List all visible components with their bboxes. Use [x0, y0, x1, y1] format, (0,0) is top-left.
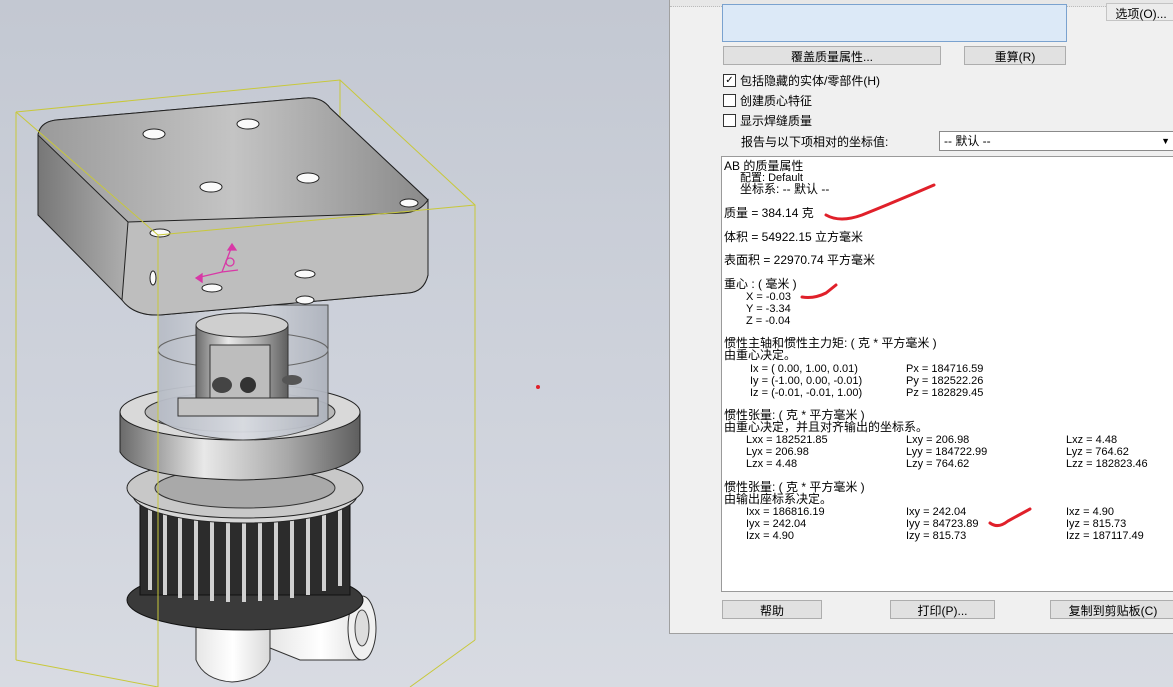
model-render — [15, 79, 476, 687]
coord-system-select[interactable]: -- 默认 -- ▼ — [939, 131, 1173, 151]
recalculate-button[interactable]: 重算(R) — [964, 46, 1066, 65]
report-tensor-cell: Lyy = 184722.99 — [906, 446, 988, 458]
chevron-down-icon[interactable]: ▼ — [1161, 132, 1170, 150]
report-tensor-cell: Izx = 4.90 — [746, 530, 795, 542]
mass-report-textbox[interactable]: AB 的质量属性 配置: Default 坐标系: -- 默认 -- 质量 = … — [721, 156, 1173, 592]
include-hidden-checkbox[interactable]: ✓ 包括隐藏的实体/零部件(H) — [723, 72, 880, 88]
report-tensor-cell: Ixy = 242.04 — [906, 506, 967, 518]
report-com-y: Y = -3.34 — [746, 303, 791, 315]
override-mass-button[interactable]: 覆盖质量属性... — [723, 46, 941, 65]
checkbox-box[interactable]: ✓ — [723, 73, 736, 87]
report-tensor-cell: Lxy = 206.98 — [906, 434, 970, 446]
create-com-feature-checkbox[interactable]: 创建质心特征 — [723, 92, 812, 108]
copy-to-clipboard-button[interactable]: 复制到剪贴板(C) — [1050, 600, 1173, 619]
report-tensor-cell: Lyz = 764.62 — [1066, 446, 1129, 458]
checkbox-label: 包括隐藏的实体/零部件(H) — [740, 73, 880, 88]
show-weld-mass-checkbox[interactable]: 显示焊缝质量 — [723, 112, 812, 128]
report-tensor-cell: Ixz = 4.90 — [1066, 506, 1115, 518]
report-principal-axis: Iz = (-0.01, -0.01, 1.00) — [750, 387, 863, 399]
report-tensor-out-sub: 由输出座标系决定。 — [724, 492, 833, 506]
checkbox-box[interactable] — [723, 93, 736, 107]
red-marker — [536, 385, 540, 389]
report-tensor-cell: Iyy = 84723.89 — [906, 518, 979, 530]
report-com-title: 重心 : ( 毫米 ) — [724, 277, 797, 291]
report-tensor-cell: Lzz = 182823.46 — [1066, 458, 1148, 470]
coord-system-value: -- 默认 -- — [944, 134, 991, 148]
report-principal-moment: Pz = 182829.45 — [906, 387, 984, 399]
report-volume: 体积 = 54922.15 立方毫米 — [724, 230, 864, 244]
report-principal-axis: Iy = (-1.00, 0.00, -0.01) — [750, 375, 863, 387]
checkbox-label: 显示焊缝质量 — [740, 113, 813, 128]
report-mass: 质量 = 384.14 克 — [724, 206, 814, 220]
report-tensor-cell: Iyx = 242.04 — [746, 518, 807, 530]
help-button[interactable]: 帮助 — [722, 600, 822, 619]
report-tensor-cell: Ixx = 186816.19 — [746, 506, 825, 518]
report-com-z: Z = -0.04 — [746, 315, 791, 327]
report-com-x: X = -0.03 — [746, 291, 791, 303]
report-principal-axis: Ix = ( 0.00, 1.00, 0.01) — [750, 363, 858, 375]
report-principal-sub: 由重心决定。 — [724, 348, 797, 362]
checkbox-label: 创建质心特征 — [740, 93, 813, 108]
report-coordsys: 坐标系: -- 默认 -- — [740, 182, 830, 196]
report-tensor-cell: Lxz = 4.48 — [1066, 434, 1118, 446]
coord-system-label: 报告与以下项相对的坐标值: — [741, 135, 889, 149]
report-tensor-com-sub: 由重心决定，并且对齐输出的坐标系。 — [724, 420, 929, 434]
report-principal-moment: Px = 184716.59 — [906, 363, 984, 375]
report-tensor-cell: Lzy = 764.62 — [906, 458, 970, 470]
report-tensor-cell: Izz = 187117.49 — [1066, 530, 1144, 542]
report-tensor-cell: Iyz = 815.73 — [1066, 518, 1127, 530]
report-surface-area: 表面积 = 22970.74 平方毫米 — [724, 253, 876, 267]
mass-properties-dialog: 选项(O)... 覆盖质量属性... 重算(R) ✓ 包括隐藏的实体/零部件(H… — [669, 0, 1173, 634]
report-tensor-cell: Lxx = 182521.85 — [746, 434, 828, 446]
selection-list-box[interactable] — [722, 4, 1067, 42]
print-button[interactable]: 打印(P)... — [890, 600, 995, 619]
options-button[interactable]: 选项(O)... — [1106, 3, 1173, 21]
report-tensor-cell: Izy = 815.73 — [906, 530, 967, 542]
checkbox-box[interactable] — [723, 113, 736, 127]
report-tensor-cell: Lzx = 4.48 — [746, 458, 798, 470]
report-principal-moment: Py = 182522.26 — [906, 375, 984, 387]
report-tensor-cell: Lyx = 206.98 — [746, 446, 809, 458]
